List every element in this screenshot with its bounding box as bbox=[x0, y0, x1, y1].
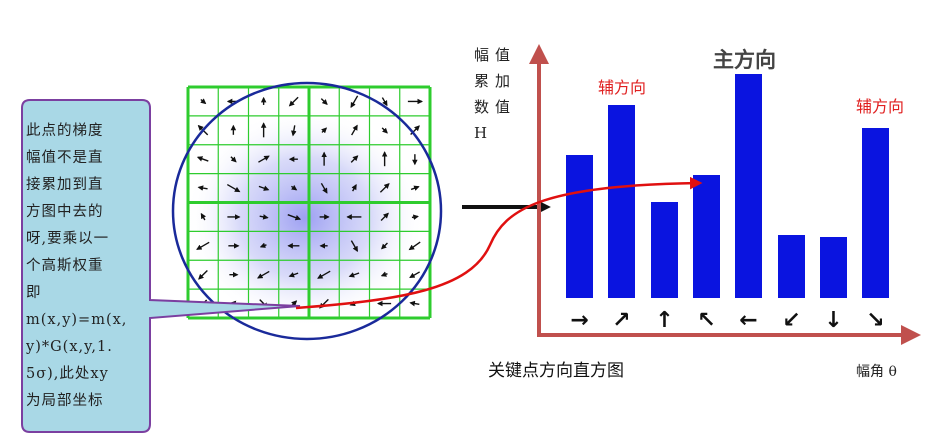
aux-direction-label-left: 辅方向 bbox=[598, 78, 647, 97]
histogram-bar bbox=[735, 74, 762, 298]
callout-line: 即 bbox=[26, 285, 42, 301]
callout-line: 5σ),此处xy bbox=[26, 366, 109, 382]
gradient-vector bbox=[200, 98, 207, 105]
callout-line: 个高斯权重 bbox=[26, 258, 104, 274]
bin-direction-arrow: ↑ bbox=[655, 308, 673, 333]
histogram-caption: 关键点方向直方图 bbox=[488, 361, 624, 381]
histogram-bar bbox=[566, 155, 593, 298]
aux-direction-label-right: 辅方向 bbox=[856, 97, 905, 116]
y-axis-label-line: 数值 bbox=[474, 98, 517, 116]
gradient-vector bbox=[409, 300, 420, 307]
gaussian-blob bbox=[185, 108, 425, 328]
histogram-bar bbox=[651, 202, 678, 298]
callout-text: 此点的梯度 幅值不是直 接累加到直 方图中去的 呀,要乘以一 个高斯权重 即 m… bbox=[26, 118, 136, 415]
bin-direction-arrow: ← bbox=[739, 308, 757, 333]
y-axis-label-line: 幅值 bbox=[474, 46, 517, 64]
callout-line: 幅值不是直 bbox=[26, 150, 104, 166]
histogram-bars bbox=[566, 74, 889, 298]
callout-line: 接累加到直 bbox=[26, 177, 104, 193]
histogram-bar bbox=[778, 235, 805, 298]
bin-direction-arrow: → bbox=[570, 308, 588, 333]
gradient-vector bbox=[350, 95, 359, 109]
histogram-bar bbox=[608, 105, 635, 298]
main-direction-label: 主方向 bbox=[713, 48, 776, 72]
callout-line: 此点的梯度 bbox=[26, 123, 104, 139]
histogram-bar bbox=[820, 237, 847, 298]
callout-line: m(x,y)=m(x, bbox=[26, 312, 128, 328]
bin-direction-arrow: ↖ bbox=[697, 308, 715, 333]
gradient-vector bbox=[409, 271, 420, 279]
callout-line: 为局部坐标 bbox=[26, 393, 104, 409]
y-axis-label-line: H bbox=[474, 124, 494, 142]
y-axis-label: 幅值 累加 数值 H bbox=[474, 42, 516, 146]
gradient-vector bbox=[288, 96, 299, 107]
histogram-bar bbox=[693, 175, 720, 298]
bin-direction-arrow: ↙ bbox=[782, 308, 800, 333]
callout-line: 呀,要乘以一 bbox=[26, 231, 110, 247]
bin-direction-arrow: ↘ bbox=[866, 308, 884, 333]
gradient-vector bbox=[381, 127, 388, 134]
gradient-window bbox=[171, 81, 443, 341]
bin-direction-arrow: ↓ bbox=[824, 308, 842, 333]
bin-direction-arrow: ↗ bbox=[612, 308, 630, 333]
callout-line: y)*G(x,y,1. bbox=[26, 339, 113, 355]
gradient-vector bbox=[320, 98, 328, 106]
histogram-bar bbox=[862, 128, 889, 298]
diagram-canvas: → ↗ ↑ ↖ ← ↙ ↓ ↘ bbox=[21, 44, 921, 433]
y-axis-label-line: 累加 bbox=[474, 72, 517, 90]
bin-direction-arrows: → ↗ ↑ ↖ ← ↙ ↓ ↘ bbox=[570, 308, 884, 333]
x-axis-label: 幅角 θ bbox=[856, 364, 897, 380]
callout-line: 方图中去的 bbox=[26, 204, 104, 220]
